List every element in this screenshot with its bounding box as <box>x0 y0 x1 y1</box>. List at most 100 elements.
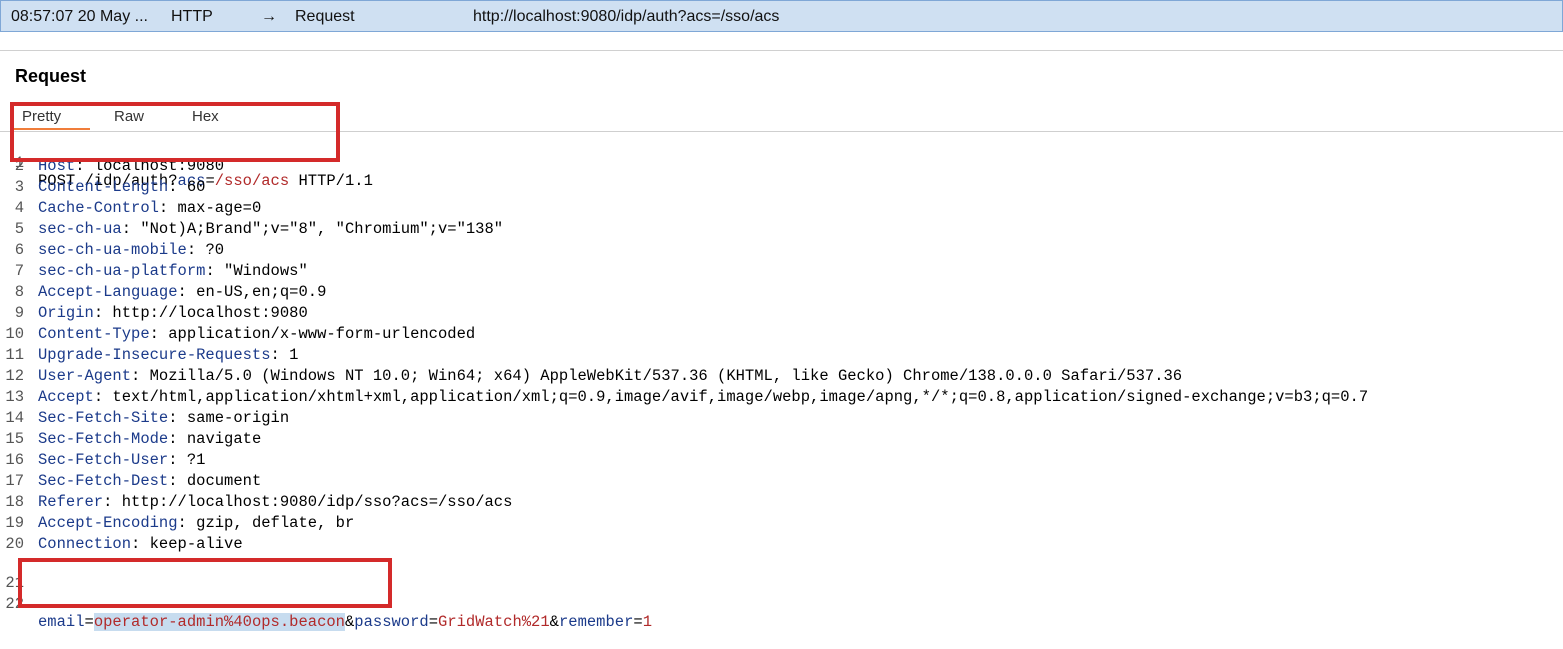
header-colon: : <box>205 262 215 280</box>
header-value: "Not)A;Brand";v="8", "Chromium";v="138" <box>131 220 504 238</box>
header-colon: : <box>177 514 187 532</box>
header-colon: : <box>168 409 178 427</box>
line-number: 22 <box>5 595 24 613</box>
line-number: 8 <box>14 283 24 301</box>
body-value-email[interactable]: operator-admin%40ops.beacon <box>93 613 345 631</box>
header-colon: : <box>131 535 141 553</box>
header-name: sec-ch-ua-platform <box>38 262 206 280</box>
header-name: Upgrade-Insecure-Requests <box>38 346 271 364</box>
tab-pretty[interactable]: Pretty <box>22 108 61 125</box>
header-value: localhost:9080 <box>84 157 225 175</box>
body-value-password: GridWatch%21 <box>438 613 550 631</box>
body-key-password: password <box>354 613 429 631</box>
query-param-value: /sso/acs <box>214 172 290 190</box>
header-value: "Windows" <box>214 262 308 280</box>
header-value: same-origin <box>177 409 290 427</box>
header-name: Origin <box>38 304 94 322</box>
line-number: 2 <box>14 157 24 175</box>
tab-hex[interactable]: Hex <box>192 108 219 125</box>
header-value: ?1 <box>177 451 206 469</box>
header-name: Content-Type <box>38 325 150 343</box>
header-value: text/html,application/xhtml+xml,applicat… <box>103 388 1369 406</box>
header-name: Referer <box>38 493 104 511</box>
request-editor[interactable]: 1 POST /idp/auth?acs=/sso/acs HTTP/1.1 2… <box>0 136 1563 631</box>
header-value: keep-alive <box>140 535 243 553</box>
header-value: navigate <box>177 430 262 448</box>
request-line: 1 POST /idp/auth?acs=/sso/acs HTTP/1.1 <box>0 136 373 190</box>
line-number: 15 <box>5 430 24 448</box>
tabs-divider <box>0 131 1563 132</box>
line-number: 20 <box>5 535 24 553</box>
header-colon: : <box>149 325 159 343</box>
header-value: 60 <box>177 178 206 196</box>
header-name: Host <box>38 157 76 175</box>
header-value: max-age=0 <box>168 199 262 217</box>
active-tab-indicator <box>12 128 90 130</box>
body-equals: = <box>633 613 643 631</box>
header-name: Cache-Control <box>38 199 159 217</box>
header-colon: : <box>121 220 132 238</box>
body-key-remember: remember <box>558 613 634 631</box>
line-number: 11 <box>5 346 24 364</box>
line-number: 16 <box>5 451 24 469</box>
header-colon: : <box>158 199 169 217</box>
header-colon: : <box>93 388 104 406</box>
header-name: Sec-Fetch-Mode <box>38 430 169 448</box>
header-name: sec-ch-ua-mobile <box>38 241 187 259</box>
header-value: document <box>177 472 262 490</box>
line-number: 12 <box>5 367 24 385</box>
header-name: Sec-Fetch-Dest <box>38 472 169 490</box>
header-colon: : <box>75 157 85 175</box>
header-colon: : <box>168 178 178 196</box>
line-number: 5 <box>14 220 24 238</box>
body-equals: = <box>428 613 439 631</box>
line-number: 13 <box>5 388 24 406</box>
header-value: ?0 <box>196 241 225 259</box>
header-name: Accept-Encoding <box>38 514 178 532</box>
body-key-email: email <box>38 613 85 631</box>
header-name: Accept <box>38 388 94 406</box>
line-number: 3 <box>14 178 24 196</box>
header-value: 1 <box>279 346 299 364</box>
header-value: en-US,en;q=0.9 <box>186 283 327 301</box>
line-number: 18 <box>5 493 24 511</box>
body-amp: & <box>549 613 559 631</box>
header-colon: : <box>168 430 178 448</box>
body-equals: = <box>84 613 94 631</box>
direction-arrow-icon: → <box>261 8 277 25</box>
header-colon: : <box>131 367 141 385</box>
line-number: 14 <box>5 409 24 427</box>
line-number: 9 <box>14 304 24 322</box>
divider <box>0 50 1563 51</box>
panel-heading: Request <box>15 66 87 86</box>
header-colon: : <box>186 241 197 259</box>
line-number: 7 <box>14 262 24 280</box>
header-value: http://localhost:9080 <box>103 304 308 322</box>
body-value-remember: 1 <box>642 613 653 631</box>
header-name: Accept-Language <box>38 283 178 301</box>
line-number: 10 <box>5 325 24 343</box>
request-body-line: 22 email=operator-admin%40ops.beacon&pas… <box>0 577 652 631</box>
tab-raw[interactable]: Raw <box>114 108 144 125</box>
line-number: 6 <box>14 241 24 259</box>
header-name: Sec-Fetch-Site <box>38 409 169 427</box>
header-value: application/x-www-form-urlencoded <box>158 325 476 343</box>
header-name: User-Agent <box>38 367 132 385</box>
header-colon: : <box>168 451 178 469</box>
header-value: gzip, deflate, br <box>186 514 355 532</box>
header-name: Connection <box>38 535 132 553</box>
header-name: sec-ch-ua <box>38 220 122 238</box>
body-amp: & <box>344 613 355 631</box>
header-colon: : <box>168 472 178 490</box>
blank-line: 21 <box>0 556 37 592</box>
history-type: Request <box>295 8 355 25</box>
header-name: Content-Length <box>38 178 169 196</box>
line-number: 4 <box>14 199 24 217</box>
header-value: http://localhost:9080/idp/sso?acs=/sso/a… <box>112 493 513 511</box>
history-time: 08:57:07 20 May ... <box>11 8 148 25</box>
selected-history-row[interactable]: 08:57:07 20 May ... HTTP → Request http:… <box>0 0 1563 32</box>
header-name: Sec-Fetch-User <box>38 451 169 469</box>
history-protocol: HTTP <box>171 8 213 25</box>
header-colon: : <box>177 283 187 301</box>
history-url: http://localhost:9080/idp/auth?acs=/sso/… <box>473 8 780 25</box>
